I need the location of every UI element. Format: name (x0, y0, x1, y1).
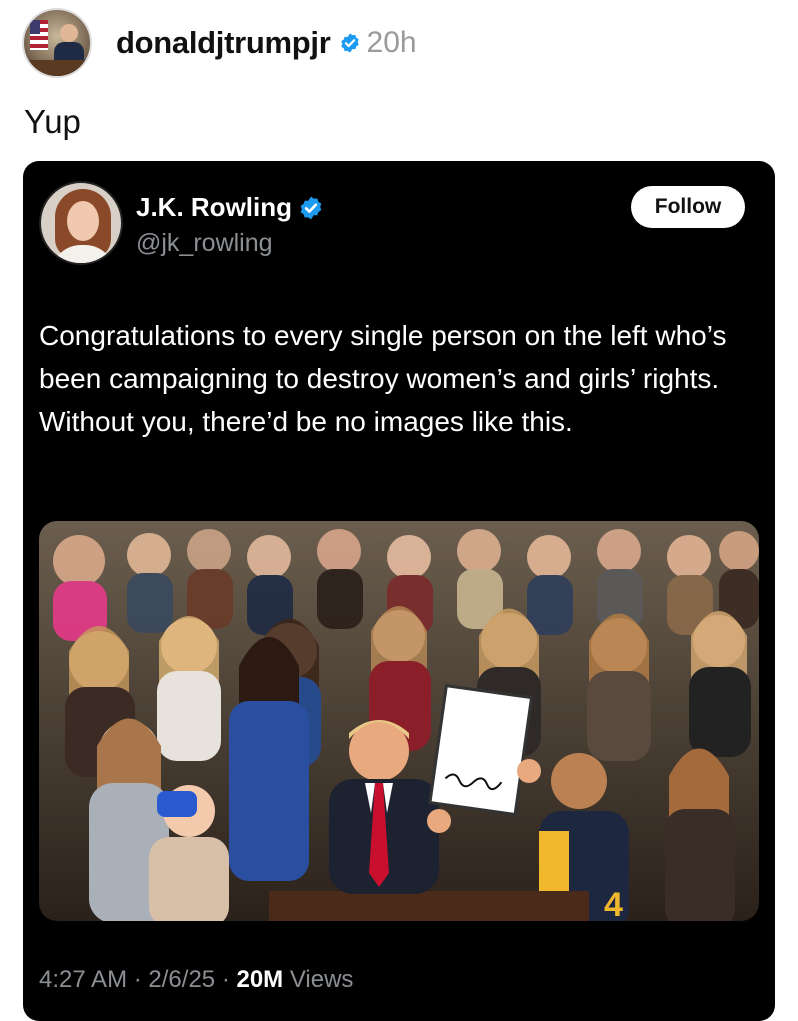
avatar[interactable] (22, 8, 92, 78)
embed-avatar[interactable] (39, 181, 123, 265)
embed-author-name[interactable]: J.K. Rowling (136, 192, 324, 223)
embed-tweet-text: Congratulations to every single person o… (39, 320, 727, 437)
embed-photo[interactable]: 4 (39, 521, 759, 921)
embed-views-label: Views (289, 966, 354, 993)
separator-dot: · (133, 966, 149, 993)
verified-badge-icon (300, 196, 322, 219)
svg-text:4: 4 (604, 886, 623, 921)
separator-dot: · (221, 966, 237, 993)
embed-meta: 4:27 AM · 2/6/25 · 20M Views (39, 966, 353, 994)
post-caption: Yup (24, 103, 81, 140)
embed-date: 2/6/25 (148, 966, 216, 993)
embed-author-name-text: J.K. Rowling (136, 192, 292, 222)
post-header: donaldjtrumpjr 20h (22, 8, 417, 78)
username[interactable]: donaldjtrumpjr (116, 25, 331, 61)
post-timestamp: 20h (366, 26, 417, 59)
embed-photo-illustration: 4 (39, 521, 759, 921)
embedded-tweet[interactable]: J.K. Rowling @jk_rowling Follow Congratu… (23, 161, 775, 1021)
follow-button[interactable]: Follow (631, 186, 745, 228)
embed-time: 4:27 AM (39, 966, 128, 993)
embed-views-count: 20M (236, 966, 284, 993)
embed-author-handle[interactable]: @jk_rowling (136, 229, 273, 258)
verified-badge-icon (340, 33, 359, 53)
